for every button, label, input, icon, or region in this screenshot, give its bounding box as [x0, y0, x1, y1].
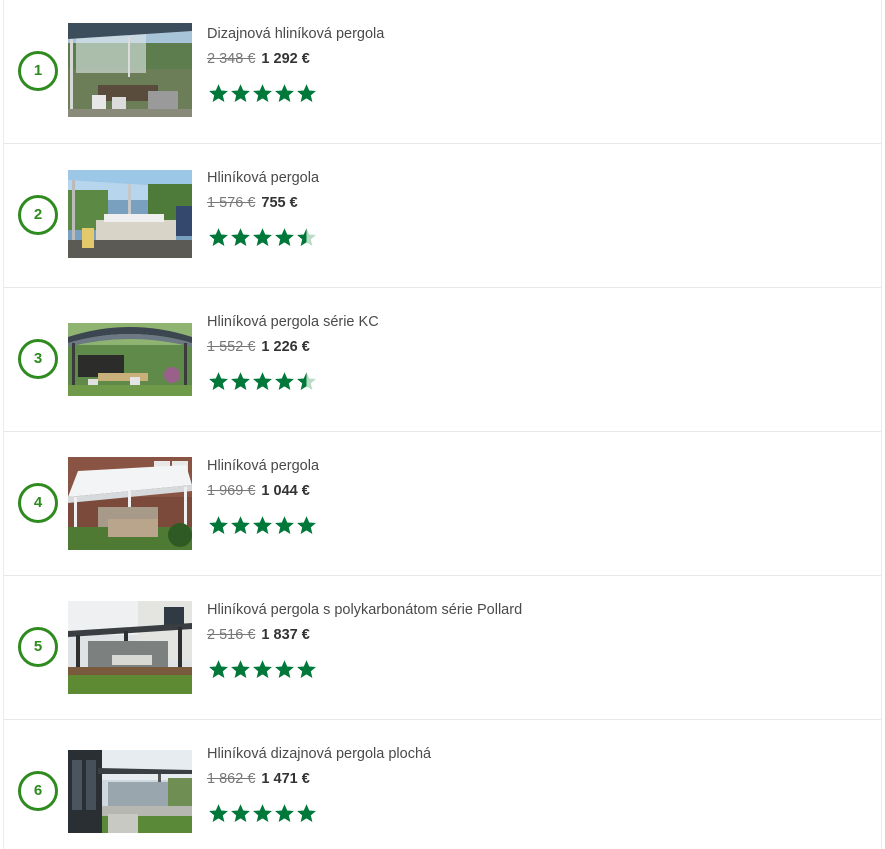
- star-full-icon: [296, 83, 317, 105]
- product-image[interactable]: [68, 601, 192, 694]
- star-full-icon: [252, 659, 273, 681]
- new-price: 1 471 €: [261, 771, 310, 787]
- star-rating: [208, 659, 317, 681]
- star-full-icon: [296, 803, 317, 825]
- star-rating: [208, 227, 317, 249]
- product-prices: 2 516 € 1 837 €: [207, 627, 310, 643]
- product-item-4[interactable]: 4 Hliníková pergola 1 969 € 1 044 €: [4, 432, 881, 576]
- product-title[interactable]: Hliníková pergola série KC: [207, 314, 379, 330]
- star-full-icon: [230, 371, 251, 393]
- star-full-icon: [230, 515, 251, 537]
- new-price: 1 044 €: [261, 483, 310, 499]
- product-title[interactable]: Hliníková pergola s polykarbonátom série…: [207, 602, 522, 618]
- product-prices: 2 348 € 1 292 €: [207, 51, 310, 67]
- rank-badge: 2: [18, 195, 58, 235]
- rank-badge: 6: [18, 771, 58, 811]
- star-half-icon: [296, 227, 317, 249]
- product-item-2[interactable]: 2 Hliníková pergola 1 576 € 755 €: [4, 144, 881, 288]
- new-price: 755 €: [261, 195, 298, 211]
- star-full-icon: [252, 803, 273, 825]
- product-item-5[interactable]: 5 Hliníková pergola s polykarbonátom sér…: [4, 576, 881, 720]
- old-price: 1 552 €: [207, 339, 256, 355]
- star-rating: [208, 83, 317, 105]
- product-image[interactable]: [68, 170, 192, 258]
- old-price: 1 862 €: [207, 771, 256, 787]
- star-full-icon: [274, 227, 295, 249]
- rank-badge: 1: [18, 51, 58, 91]
- star-rating: [208, 515, 317, 537]
- star-full-icon: [296, 515, 317, 537]
- rank-badge: 4: [18, 483, 58, 523]
- product-title[interactable]: Hliníková dizajnová pergola plochá: [207, 746, 431, 762]
- star-full-icon: [208, 659, 229, 681]
- product-prices: 1 969 € 1 044 €: [207, 483, 310, 499]
- star-rating: [208, 803, 317, 825]
- product-item-1[interactable]: 1 Dizajnová hliníková pergola 2 348 € 1 …: [4, 0, 881, 144]
- new-price: 1 226 €: [261, 339, 310, 355]
- star-full-icon: [274, 803, 295, 825]
- star-full-icon: [274, 83, 295, 105]
- product-item-6[interactable]: 6 Hliníková dizajnová pergola plochá 1 8…: [4, 720, 881, 849]
- star-half-icon: [296, 371, 317, 393]
- rank-badge: 5: [18, 627, 58, 667]
- star-full-icon: [252, 227, 273, 249]
- new-price: 1 292 €: [261, 51, 310, 67]
- star-full-icon: [208, 227, 229, 249]
- rank-badge: 3: [18, 339, 58, 379]
- star-full-icon: [208, 83, 229, 105]
- old-price: 1 969 €: [207, 483, 256, 499]
- star-full-icon: [208, 803, 229, 825]
- product-ranking-list: 1 Dizajnová hliníková pergola 2 348 € 1 …: [3, 0, 882, 849]
- star-full-icon: [274, 515, 295, 537]
- star-full-icon: [208, 371, 229, 393]
- star-full-icon: [252, 83, 273, 105]
- star-full-icon: [252, 371, 273, 393]
- star-full-icon: [230, 659, 251, 681]
- star-full-icon: [230, 803, 251, 825]
- product-prices: 1 552 € 1 226 €: [207, 339, 310, 355]
- product-image[interactable]: [68, 750, 192, 833]
- star-full-icon: [252, 515, 273, 537]
- product-title[interactable]: Dizajnová hliníková pergola: [207, 26, 384, 42]
- old-price: 2 516 €: [207, 627, 256, 643]
- star-full-icon: [230, 83, 251, 105]
- product-image[interactable]: [68, 323, 192, 396]
- product-prices: 1 576 € 755 €: [207, 195, 298, 211]
- product-prices: 1 862 € 1 471 €: [207, 771, 310, 787]
- star-full-icon: [230, 227, 251, 249]
- old-price: 2 348 €: [207, 51, 256, 67]
- star-rating: [208, 371, 317, 393]
- star-full-icon: [274, 659, 295, 681]
- star-full-icon: [274, 371, 295, 393]
- product-title[interactable]: Hliníková pergola: [207, 170, 319, 186]
- product-item-3[interactable]: 3 Hliníková pergola série KC 1 552 € 1 2…: [4, 288, 881, 432]
- new-price: 1 837 €: [261, 627, 310, 643]
- product-image[interactable]: [68, 23, 192, 117]
- star-full-icon: [208, 515, 229, 537]
- star-full-icon: [296, 659, 317, 681]
- product-title[interactable]: Hliníková pergola: [207, 458, 319, 474]
- old-price: 1 576 €: [207, 195, 256, 211]
- product-image[interactable]: [68, 457, 192, 550]
